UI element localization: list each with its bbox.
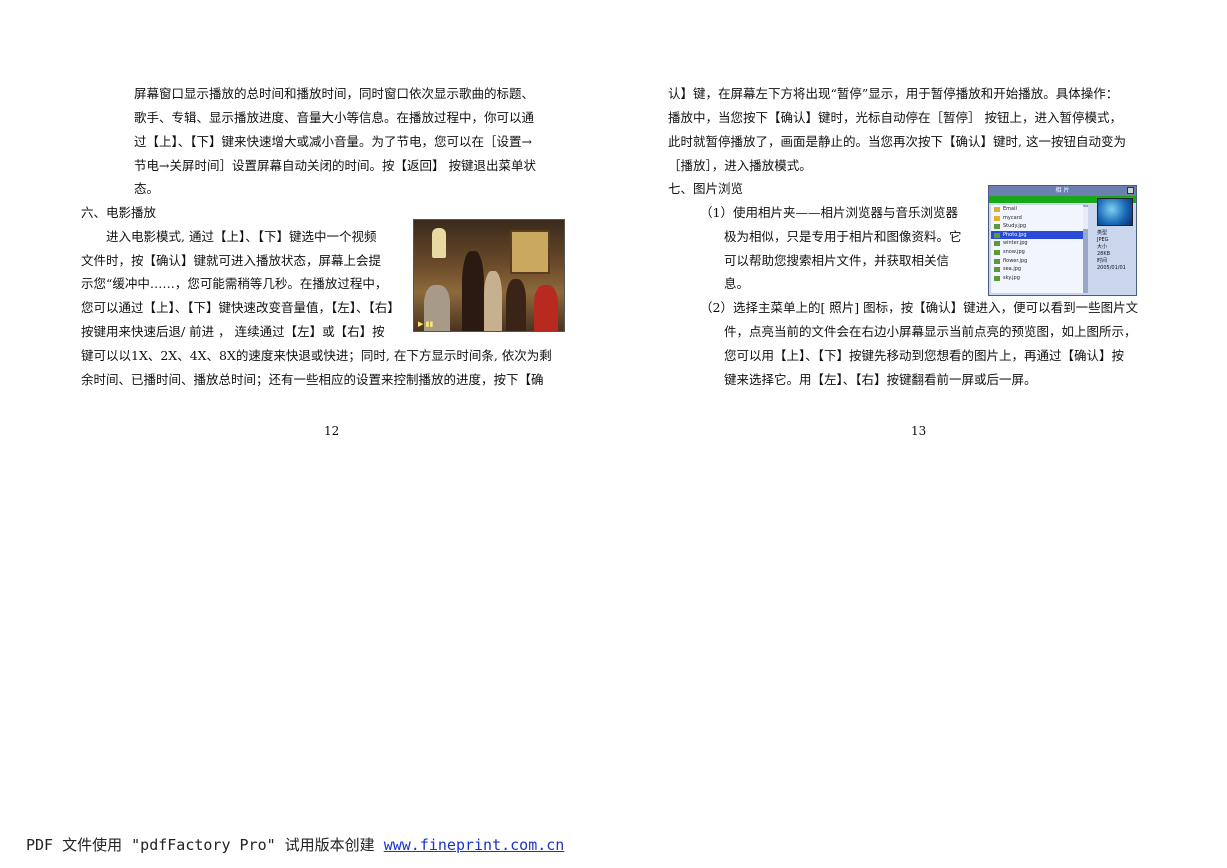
browser-title-bar: 相 片 <box>989 186 1136 196</box>
photo-item2-line-1: （2）选择主菜单上的[ 照片] 图标，按【确认】键进入，便可以看到一些图片文 <box>700 300 1139 315</box>
list-item-selected: Photo.jpg <box>991 230 1083 240</box>
section-heading-movie: 六、电影播放 <box>81 205 157 220</box>
info-line: 时间 <box>1097 258 1108 264</box>
info-line: JPEG <box>1097 237 1109 243</box>
section-heading-photo: 七、图片浏览 <box>668 181 744 196</box>
movie-line-6: 键可以以1X、2X、4X、8X的速度来快退或快进；同时, 在下方显示时间条, 依… <box>81 348 552 363</box>
right-line-4: ［播放］，进入播放模式。 <box>668 158 812 173</box>
movie-line-5: 按键用来快速后退/ 前进 ， 连续通过【左】或【右】按 <box>81 324 385 339</box>
list-item: mycard <box>991 214 1083 223</box>
left-line-3: 过【上】、【下】键来快速增大或减小音量。为了节电，您可以在［设置→ <box>134 134 532 149</box>
photo-item1-line-4: 息。 <box>724 276 750 291</box>
info-line: 类型 <box>1097 230 1108 236</box>
photo-item1-line-3: 可以帮助您搜索相片文件，并获取相关信 <box>724 253 950 268</box>
movie-line-3: 示您“缓冲中……，您可能需稍等几秒。在播放过程中， <box>81 276 388 291</box>
photo-item2-line-4: 键来选择它。用【左】、【右】按键翻看前一屏或后一屏。 <box>724 372 1037 387</box>
photo-item2-line-2: 件，点亮当前的文件会在右边小屏幕显示当前点亮的预览图，如上图所示， <box>724 324 1137 339</box>
list-item: sky.jpg <box>991 274 1083 283</box>
photo-item1-line-1: （1）使用相片夹——相片浏览器与音乐浏览器 <box>700 205 958 220</box>
right-line-1: 认】键，在屏幕左下方将出现“暂停”显示，用于暂停播放和开始播放。具体操作： <box>668 86 1119 101</box>
movie-line-1: 进入电影模式, 通过【上】、【下】键选中一个视频 <box>106 229 377 244</box>
page-number-left: 12 <box>324 424 340 438</box>
right-line-2: 播放中，当您按下【确认】键时，光标自动停在［暂停］ 按钮上，进入暂停模式， <box>668 110 1122 125</box>
browser-scrollbar <box>1083 205 1088 293</box>
photo-browser-screenshot: 相 片 Email mycard Study.jpg Photo.jpg win… <box>988 185 1137 296</box>
lamp-shape <box>432 228 446 258</box>
info-line: 大小 <box>1097 244 1108 250</box>
photo-item1-line-2: 极为相似，只是专用于相片和图像资料。它 <box>724 229 962 244</box>
person-shape <box>506 279 526 331</box>
pdf-footer: PDF 文件使用 "pdfFactory Pro" 试用版本创建 www.fin… <box>26 834 564 855</box>
list-item: winter.jpg <box>991 239 1083 248</box>
page-number-right: 13 <box>911 424 927 438</box>
video-caption-mark: ▶ ▮▮ <box>418 320 434 328</box>
movie-line-7: 余时间、已播时间、播放总时间；还有一些相应的设置来控制播放的进度，按下【确 <box>81 372 544 387</box>
list-item: snow.jpg <box>991 248 1083 257</box>
person-shape <box>462 251 484 331</box>
photo-item2-line-3: 您可以用【上】、【下】按键先移动到您想看的图片上，再通过【确认】按 <box>724 348 1125 363</box>
close-icon <box>1127 187 1134 194</box>
movie-line-4: 您可以通过【上】、【下】键快速改变音量值，【左】、【右】 <box>81 300 400 315</box>
browser-file-info: 类型 JPEG 大小 28KB 时间 2005/01/01 <box>1097 230 1126 272</box>
info-line: 28KB <box>1097 251 1111 257</box>
person-shape <box>534 285 558 331</box>
browser-file-list: Email mycard Study.jpg Photo.jpg winter.… <box>991 205 1083 293</box>
preview-thumbnail-image <box>1097 198 1133 226</box>
shelf-shape <box>510 230 550 274</box>
footer-text: PDF 文件使用 "pdfFactory Pro" 试用版本创建 <box>26 836 384 854</box>
browser-title: 相 片 <box>1055 187 1070 194</box>
right-line-3: 此时就暂停播放了，画面是静止的。当您再次按下【确认】键时, 这一按钮自动变为 <box>668 134 1126 149</box>
footer-link[interactable]: www.fineprint.com.cn <box>384 836 565 854</box>
movie-screenshot-image: ▶ ▮▮ <box>413 219 565 332</box>
left-line-5: 态。 <box>134 181 160 196</box>
movie-line-2: 文件时，按【确认】键就可进入播放状态，屏幕上会提 <box>81 253 382 268</box>
list-item: Study.jpg <box>991 222 1083 231</box>
person-shape <box>484 271 502 331</box>
info-line: 2005/01/01 <box>1097 265 1126 271</box>
left-line-2: 歌手、专辑、显示播放进度、音量大小等信息。在播放过程中，你可以通 <box>134 110 535 125</box>
list-item: sea.jpg <box>991 265 1083 274</box>
list-item: Email <box>991 205 1083 214</box>
left-line-4: 节电→关屏时间］设置屏幕自动关闭的时间。按【返回】 按键退出菜单状 <box>134 158 536 173</box>
list-item: flower.jpg <box>991 257 1083 266</box>
scrollbar-thumb <box>1083 207 1088 229</box>
left-line-1: 屏幕窗口显示播放的总时间和播放时间，同时窗口依次显示歌曲的标题、 <box>134 86 535 101</box>
